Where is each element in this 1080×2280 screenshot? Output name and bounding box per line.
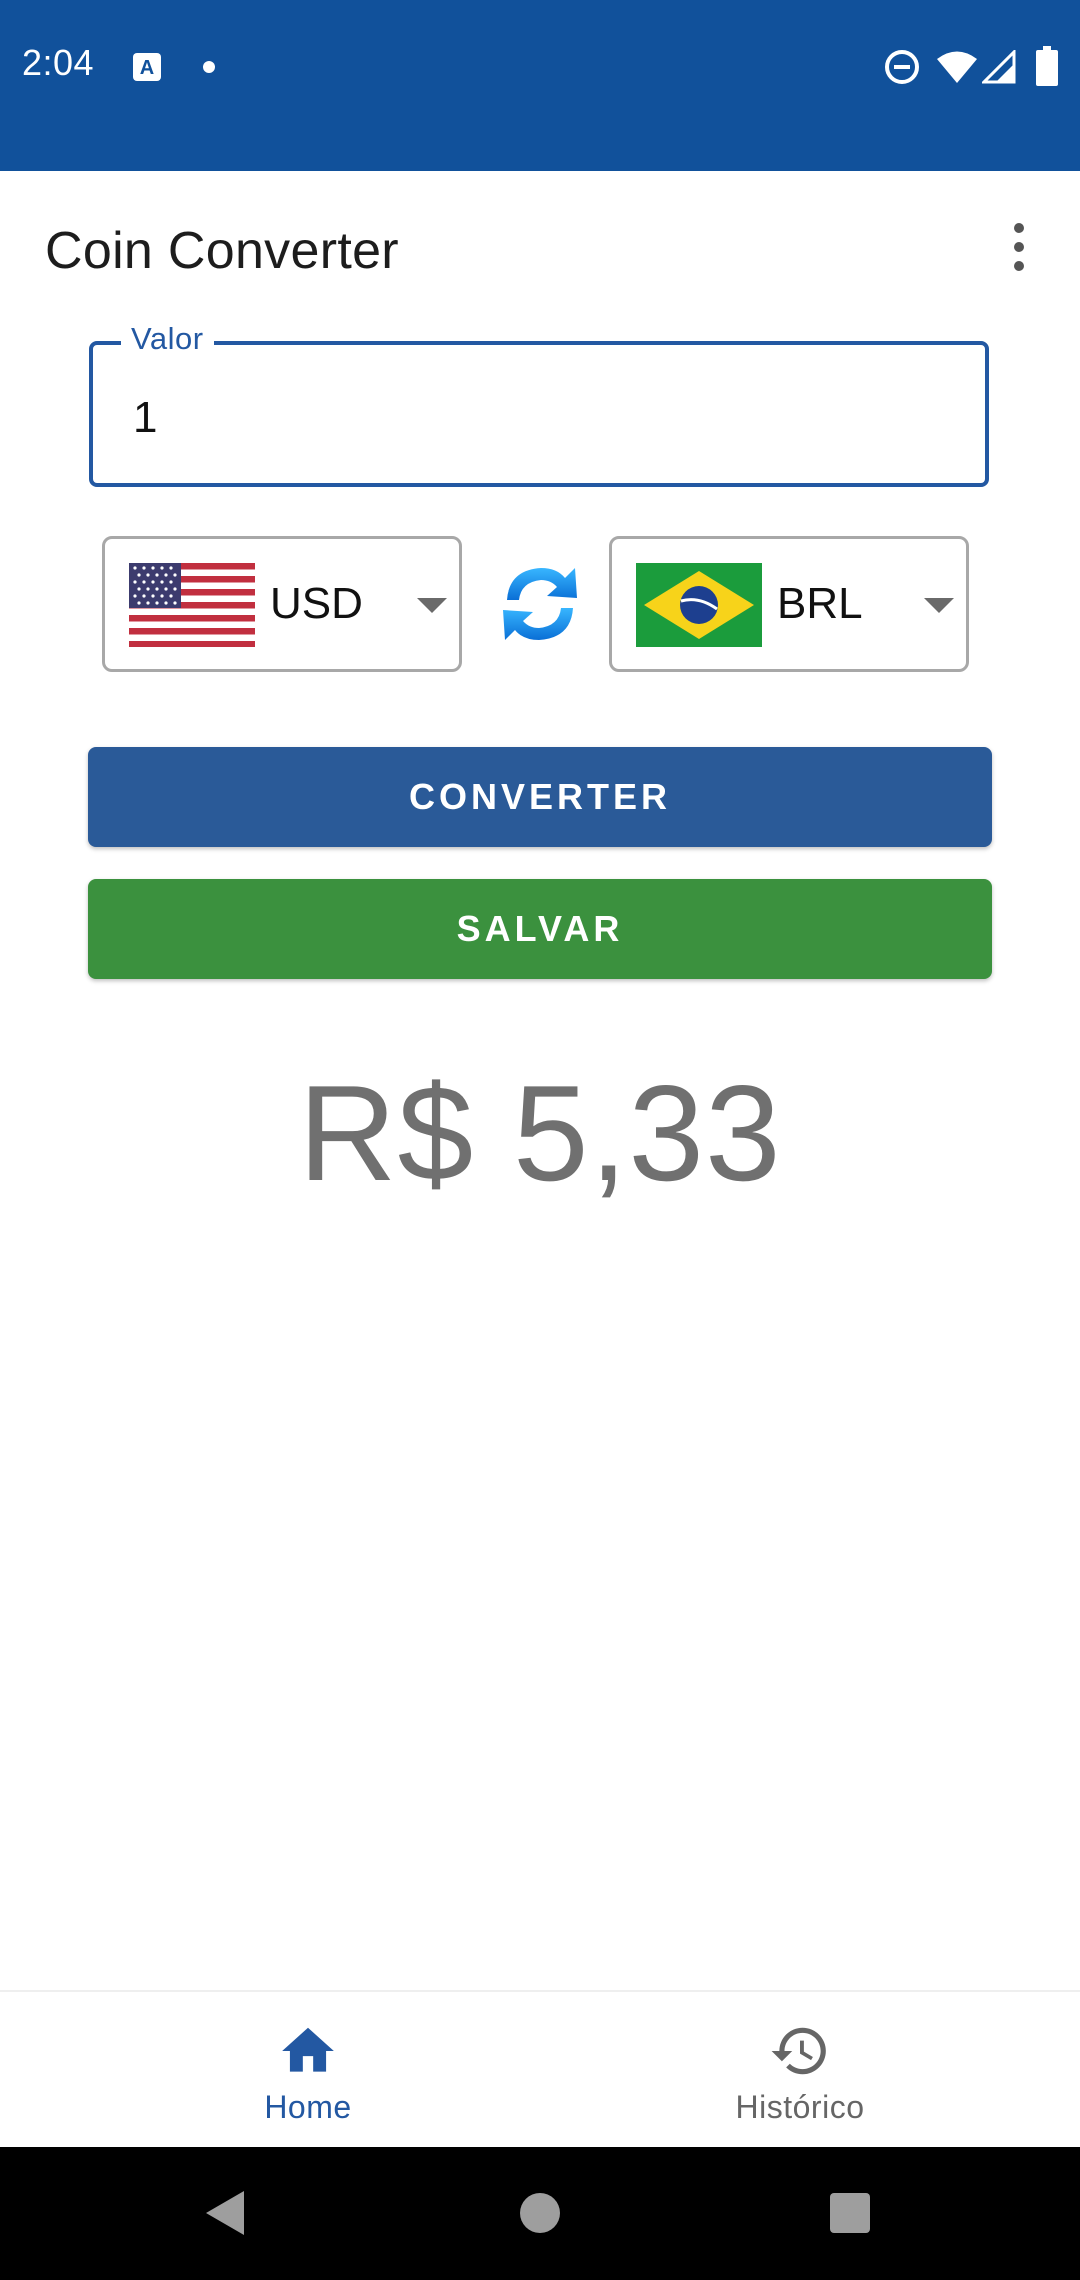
system-nav-bar [0, 2147, 1080, 2280]
app-title: Coin Converter [45, 222, 399, 280]
svg-text:A: A [140, 57, 154, 79]
nav-label-home: Home [264, 2089, 352, 2125]
recents-icon[interactable] [829, 2192, 871, 2234]
back-icon[interactable] [204, 2189, 246, 2237]
status-bar: 2:04 A [0, 0, 1080, 171]
notification-dot-icon [203, 61, 215, 73]
value-field[interactable]: Valor 1 [89, 321, 989, 487]
battery-icon [1036, 46, 1058, 86]
bottom-nav: Home Histórico [0, 1990, 1080, 2149]
home-icon [282, 2027, 334, 2072]
more-vert-icon[interactable] [1004, 223, 1034, 275]
swap-arrows-icon[interactable] [499, 560, 581, 648]
to-currency-code: BRL [777, 579, 863, 628]
status-time: 2:04 [22, 42, 95, 83]
converter-button[interactable]: CONVERTER [88, 747, 992, 847]
from-currency-code: USD [270, 579, 363, 628]
wifi-icon [937, 51, 977, 83]
value-input[interactable]: 1 [133, 393, 157, 443]
to-currency-select[interactable]: BRL [609, 536, 969, 672]
from-currency-select[interactable]: USD [102, 536, 462, 672]
us-flag-icon [129, 563, 255, 647]
value-label: Valor [121, 321, 214, 357]
history-icon [771, 2027, 826, 2075]
text-a-icon: A [133, 53, 161, 81]
nav-item-history[interactable]: Histórico [540, 1992, 1080, 2149]
nav-item-home[interactable]: Home [0, 1992, 540, 2149]
save-button[interactable]: SALVAR [88, 879, 992, 979]
home-nav-icon[interactable] [518, 2191, 562, 2235]
brazil-flag-icon [636, 563, 762, 647]
dropdown-arrow-icon [924, 598, 954, 613]
conversion-result: R$ 5,33 [298, 1057, 782, 1209]
do-not-disturb-icon [885, 50, 919, 84]
nav-label-history: Histórico [735, 2089, 865, 2125]
dropdown-arrow-icon [417, 598, 447, 613]
signal-icon [982, 50, 1016, 84]
app-bar: Coin Converter [0, 171, 1080, 331]
